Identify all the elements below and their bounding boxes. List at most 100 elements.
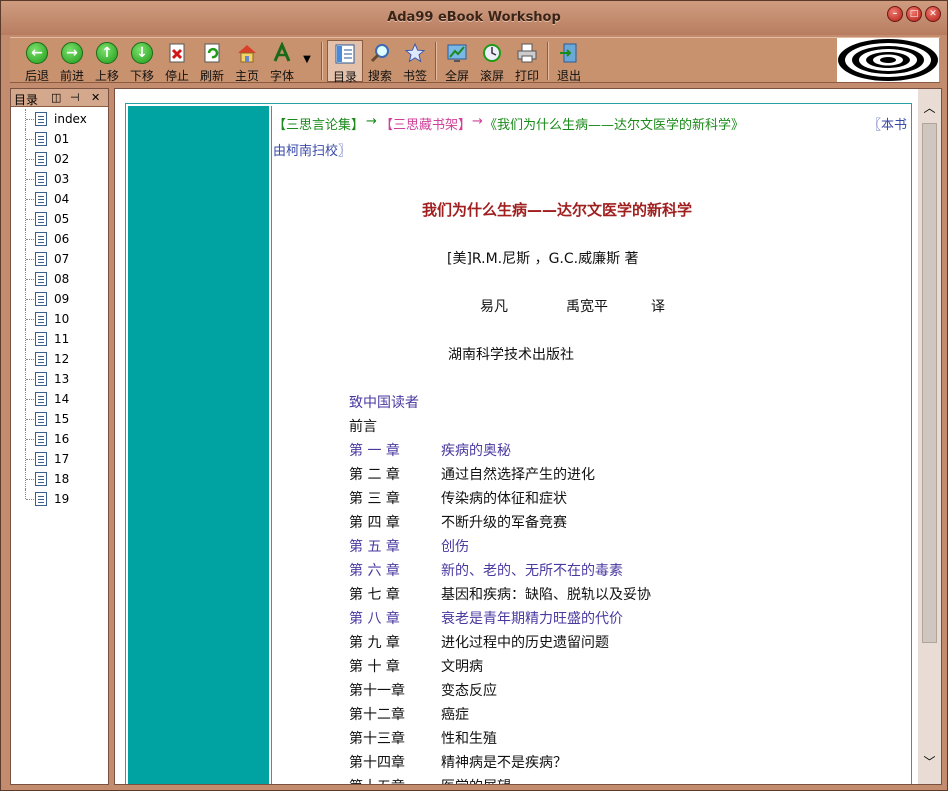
refresh-icon bbox=[204, 43, 220, 63]
tree-item[interactable]: 03 bbox=[11, 169, 108, 189]
breadcrumb-link-collection[interactable]: 【三思言论集】 bbox=[273, 114, 364, 133]
fullscreen-button[interactable]: 全屏 bbox=[439, 40, 475, 83]
toc-entry[interactable]: 第十三章 性和生殖 bbox=[349, 728, 497, 752]
tree-item-label: 08 bbox=[54, 272, 70, 286]
toc-entry[interactable]: 第十二章 癌症 bbox=[349, 704, 469, 728]
font-button[interactable]: 字体 bbox=[264, 40, 300, 83]
tree-item[interactable]: 14 bbox=[11, 389, 108, 409]
tree-item[interactable]: 13 bbox=[11, 369, 108, 389]
search-button[interactable]: 搜索 bbox=[362, 40, 398, 83]
tree-item[interactable]: 11 bbox=[11, 329, 108, 349]
toc-entry[interactable]: 第 五 章 创伤 bbox=[349, 536, 469, 560]
tree-item[interactable]: 02 bbox=[11, 149, 108, 169]
toc-entry[interactable]: 第 十 章 文明病 bbox=[349, 656, 483, 680]
toc-chapter-title: 癌症 bbox=[441, 707, 469, 723]
app-window: Ada99 eBook Workshop – □ ✕ ← 后退 → 前进 ↑ 上… bbox=[0, 0, 948, 791]
tree-item-label: 10 bbox=[54, 312, 70, 326]
maximize-button[interactable]: □ bbox=[906, 6, 922, 22]
font-dropdown-button[interactable]: ▼ bbox=[300, 40, 314, 82]
toc-entry[interactable]: 第十四章 精神病是不是疾病？ bbox=[349, 752, 567, 776]
tree-item[interactable]: index bbox=[11, 109, 108, 129]
print-button[interactable]: 打印 bbox=[509, 40, 545, 83]
toc-entry[interactable]: 第十一章 变态反应 bbox=[349, 680, 497, 704]
tree-item[interactable]: 15 bbox=[11, 409, 108, 429]
down-button[interactable]: ↓ 下移 bbox=[124, 40, 160, 83]
tree-item[interactable]: 04 bbox=[11, 189, 108, 209]
document-icon bbox=[35, 492, 47, 506]
font-label: 字体 bbox=[269, 69, 294, 83]
exit-button[interactable]: 退出 bbox=[551, 40, 587, 83]
tree-item[interactable]: 06 bbox=[11, 229, 108, 249]
tree-item-label: 17 bbox=[54, 452, 70, 466]
forward-button[interactable]: → 前进 bbox=[54, 40, 90, 83]
toc-entry[interactable]: 第 八 章 衰老是青年期精力旺盛的代价 bbox=[349, 608, 623, 632]
tree-item-label: 11 bbox=[54, 332, 70, 346]
minimize-button[interactable]: – bbox=[887, 6, 903, 22]
tree-item[interactable]: 12 bbox=[11, 349, 108, 369]
back-arrow-icon: ← bbox=[26, 42, 48, 64]
tree-item[interactable]: 18 bbox=[11, 469, 108, 489]
toc-chapter-number: 第 一 章 bbox=[349, 443, 400, 459]
up-arrow-icon: ↑ bbox=[96, 42, 118, 64]
scroll-down-arrow-icon[interactable]: ﹀ bbox=[920, 753, 939, 772]
home-button[interactable]: 主页 bbox=[229, 40, 265, 83]
toc-chapter-number: 第十二章 bbox=[349, 707, 405, 723]
document-icon bbox=[35, 132, 47, 146]
toc-entry[interactable]: 第十五章医学的展望 bbox=[349, 776, 511, 784]
toc-entry[interactable]: 第 九 章 进化过程中的历史遗留问题 bbox=[349, 632, 609, 656]
title-bar[interactable]: Ada99 eBook Workshop – □ ✕ bbox=[1, 1, 947, 35]
refresh-button[interactable]: 刷新 bbox=[194, 40, 230, 83]
toc-entry[interactable]: 第 二 章 通过自然选择产生的进化 bbox=[349, 464, 595, 488]
tree-item[interactable]: 16 bbox=[11, 429, 108, 449]
toc-chapter-title: 医学的展望 bbox=[441, 779, 511, 784]
pin-icon[interactable]: ⊣ bbox=[70, 91, 80, 104]
tree-item[interactable]: 08 bbox=[11, 269, 108, 289]
toc-button[interactable]: 目录 bbox=[327, 40, 363, 84]
toc-chapter-title: 进化过程中的历史遗留问题 bbox=[441, 635, 609, 651]
dock-icon[interactable]: ◫ bbox=[51, 91, 61, 104]
document-icon bbox=[35, 372, 47, 386]
toc-chapter-number: 第十四章 bbox=[349, 755, 405, 771]
toc-entry[interactable]: 前言 bbox=[349, 416, 377, 440]
search-icon bbox=[370, 44, 389, 63]
toc-entry[interactable]: 第 六 章 新的、老的、无所不在的毒素 bbox=[349, 560, 623, 584]
font-icon bbox=[273, 42, 291, 62]
document-icon bbox=[35, 332, 47, 346]
tree-connector bbox=[26, 339, 34, 340]
tree-item[interactable]: 17 bbox=[11, 449, 108, 469]
toc-entry[interactable]: 第 一 章 疾病的奥秘 bbox=[349, 440, 511, 464]
tree-item[interactable]: 01 bbox=[11, 129, 108, 149]
toolbar: ← 后退 → 前进 ↑ 上移 ↓ 下移 停止 刷新 主页 字体 ▼ 目录 搜索 … bbox=[10, 37, 940, 84]
up-button[interactable]: ↑ 上移 bbox=[89, 40, 125, 83]
window-title: Ada99 eBook Workshop bbox=[387, 10, 561, 25]
scroll-up-arrow-icon[interactable]: ︿ bbox=[920, 99, 939, 118]
back-button[interactable]: ← 后退 bbox=[19, 40, 55, 83]
exit-label: 退出 bbox=[556, 69, 581, 83]
stop-label: 停止 bbox=[164, 69, 189, 83]
tree-item[interactable]: 09 bbox=[11, 289, 108, 309]
book-title: 我们为什么生病——达尔文医学的新科学 bbox=[422, 201, 693, 219]
scroll-thumb[interactable] bbox=[922, 123, 937, 643]
tree-item[interactable]: 07 bbox=[11, 249, 108, 269]
scroll-button[interactable]: 滚屏 bbox=[474, 40, 510, 83]
close-icon[interactable]: ✕ bbox=[91, 91, 100, 104]
breadcrumb-arrow: → bbox=[472, 114, 483, 129]
toc-entry[interactable]: 第 四 章 不断升级的军备竞赛 bbox=[349, 512, 567, 536]
close-button[interactable]: ✕ bbox=[925, 6, 941, 22]
breadcrumb-link-bookshelf[interactable]: 【三思藏书架】 bbox=[380, 114, 471, 133]
bookmark-label: 书签 bbox=[402, 69, 427, 83]
fullscreen-icon bbox=[447, 44, 467, 62]
toc-entry[interactable]: 第 三 章 传染病的体征和症状 bbox=[349, 488, 567, 512]
tree-connector bbox=[26, 179, 34, 180]
toc-entry[interactable]: 致中国读者 bbox=[349, 392, 419, 416]
toc-entry[interactable]: 第 七 章 基因和疾病：缺陷、脱轨以及妥协 bbox=[349, 584, 651, 608]
bookmark-button[interactable]: 书签 bbox=[397, 40, 433, 83]
tree-item[interactable]: 19 bbox=[11, 489, 108, 509]
tree-item[interactable]: 10 bbox=[11, 309, 108, 329]
stop-button[interactable]: 停止 bbox=[159, 40, 195, 83]
document-icon bbox=[35, 412, 47, 426]
tree-item[interactable]: 05 bbox=[11, 209, 108, 229]
print-label: 打印 bbox=[514, 69, 539, 83]
tree-connector bbox=[26, 279, 34, 280]
vertical-scrollbar[interactable]: ︿ ﹀ bbox=[918, 89, 941, 784]
